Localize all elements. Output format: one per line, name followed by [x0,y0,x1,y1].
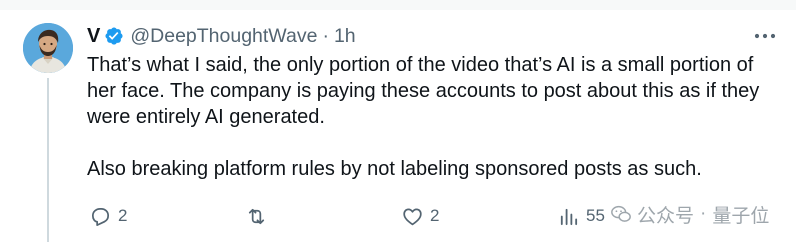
views-button[interactable]: 55 [557,200,605,232]
watermark-name: 量子位 [712,205,770,227]
avatar-illustration [23,23,73,73]
reply-button[interactable]: 2 [89,200,127,232]
like-button[interactable]: 2 [401,200,439,232]
view-count: 55 [586,206,605,225]
retweet-icon [248,208,265,224]
watermark-brand: 公众号 [637,205,695,227]
tweet-header: V @DeepThoughtWave · 1h [87,24,356,48]
previous-tweet-divider [0,0,796,10]
watermark: 公众号 · 量子位 [610,201,769,227]
tweet-paragraph: That’s what I said, the only portion of … [87,54,760,128]
wechat-logo-icon [611,205,631,222]
verified-badge-icon [104,26,124,46]
views-chart-icon [560,208,578,225]
display-name[interactable]: V [87,25,100,48]
watermark-separator: · [700,203,707,224]
reply-count: 2 [118,206,128,225]
more-options-icon[interactable] [752,26,778,46]
retweet-button[interactable] [245,200,274,232]
like-count: 2 [430,206,440,225]
reply-icon [91,207,110,226]
user-handle[interactable]: @DeepThoughtWave [130,25,317,48]
avatar[interactable] [23,23,73,73]
tweet-body: That’s what I said, the only portion of … [87,52,777,182]
timestamp[interactable]: 1h [334,25,356,48]
tweet-paragraph: Also breaking platform rules by not labe… [87,158,702,180]
header-separator: · [322,24,329,47]
heart-icon [403,208,422,225]
